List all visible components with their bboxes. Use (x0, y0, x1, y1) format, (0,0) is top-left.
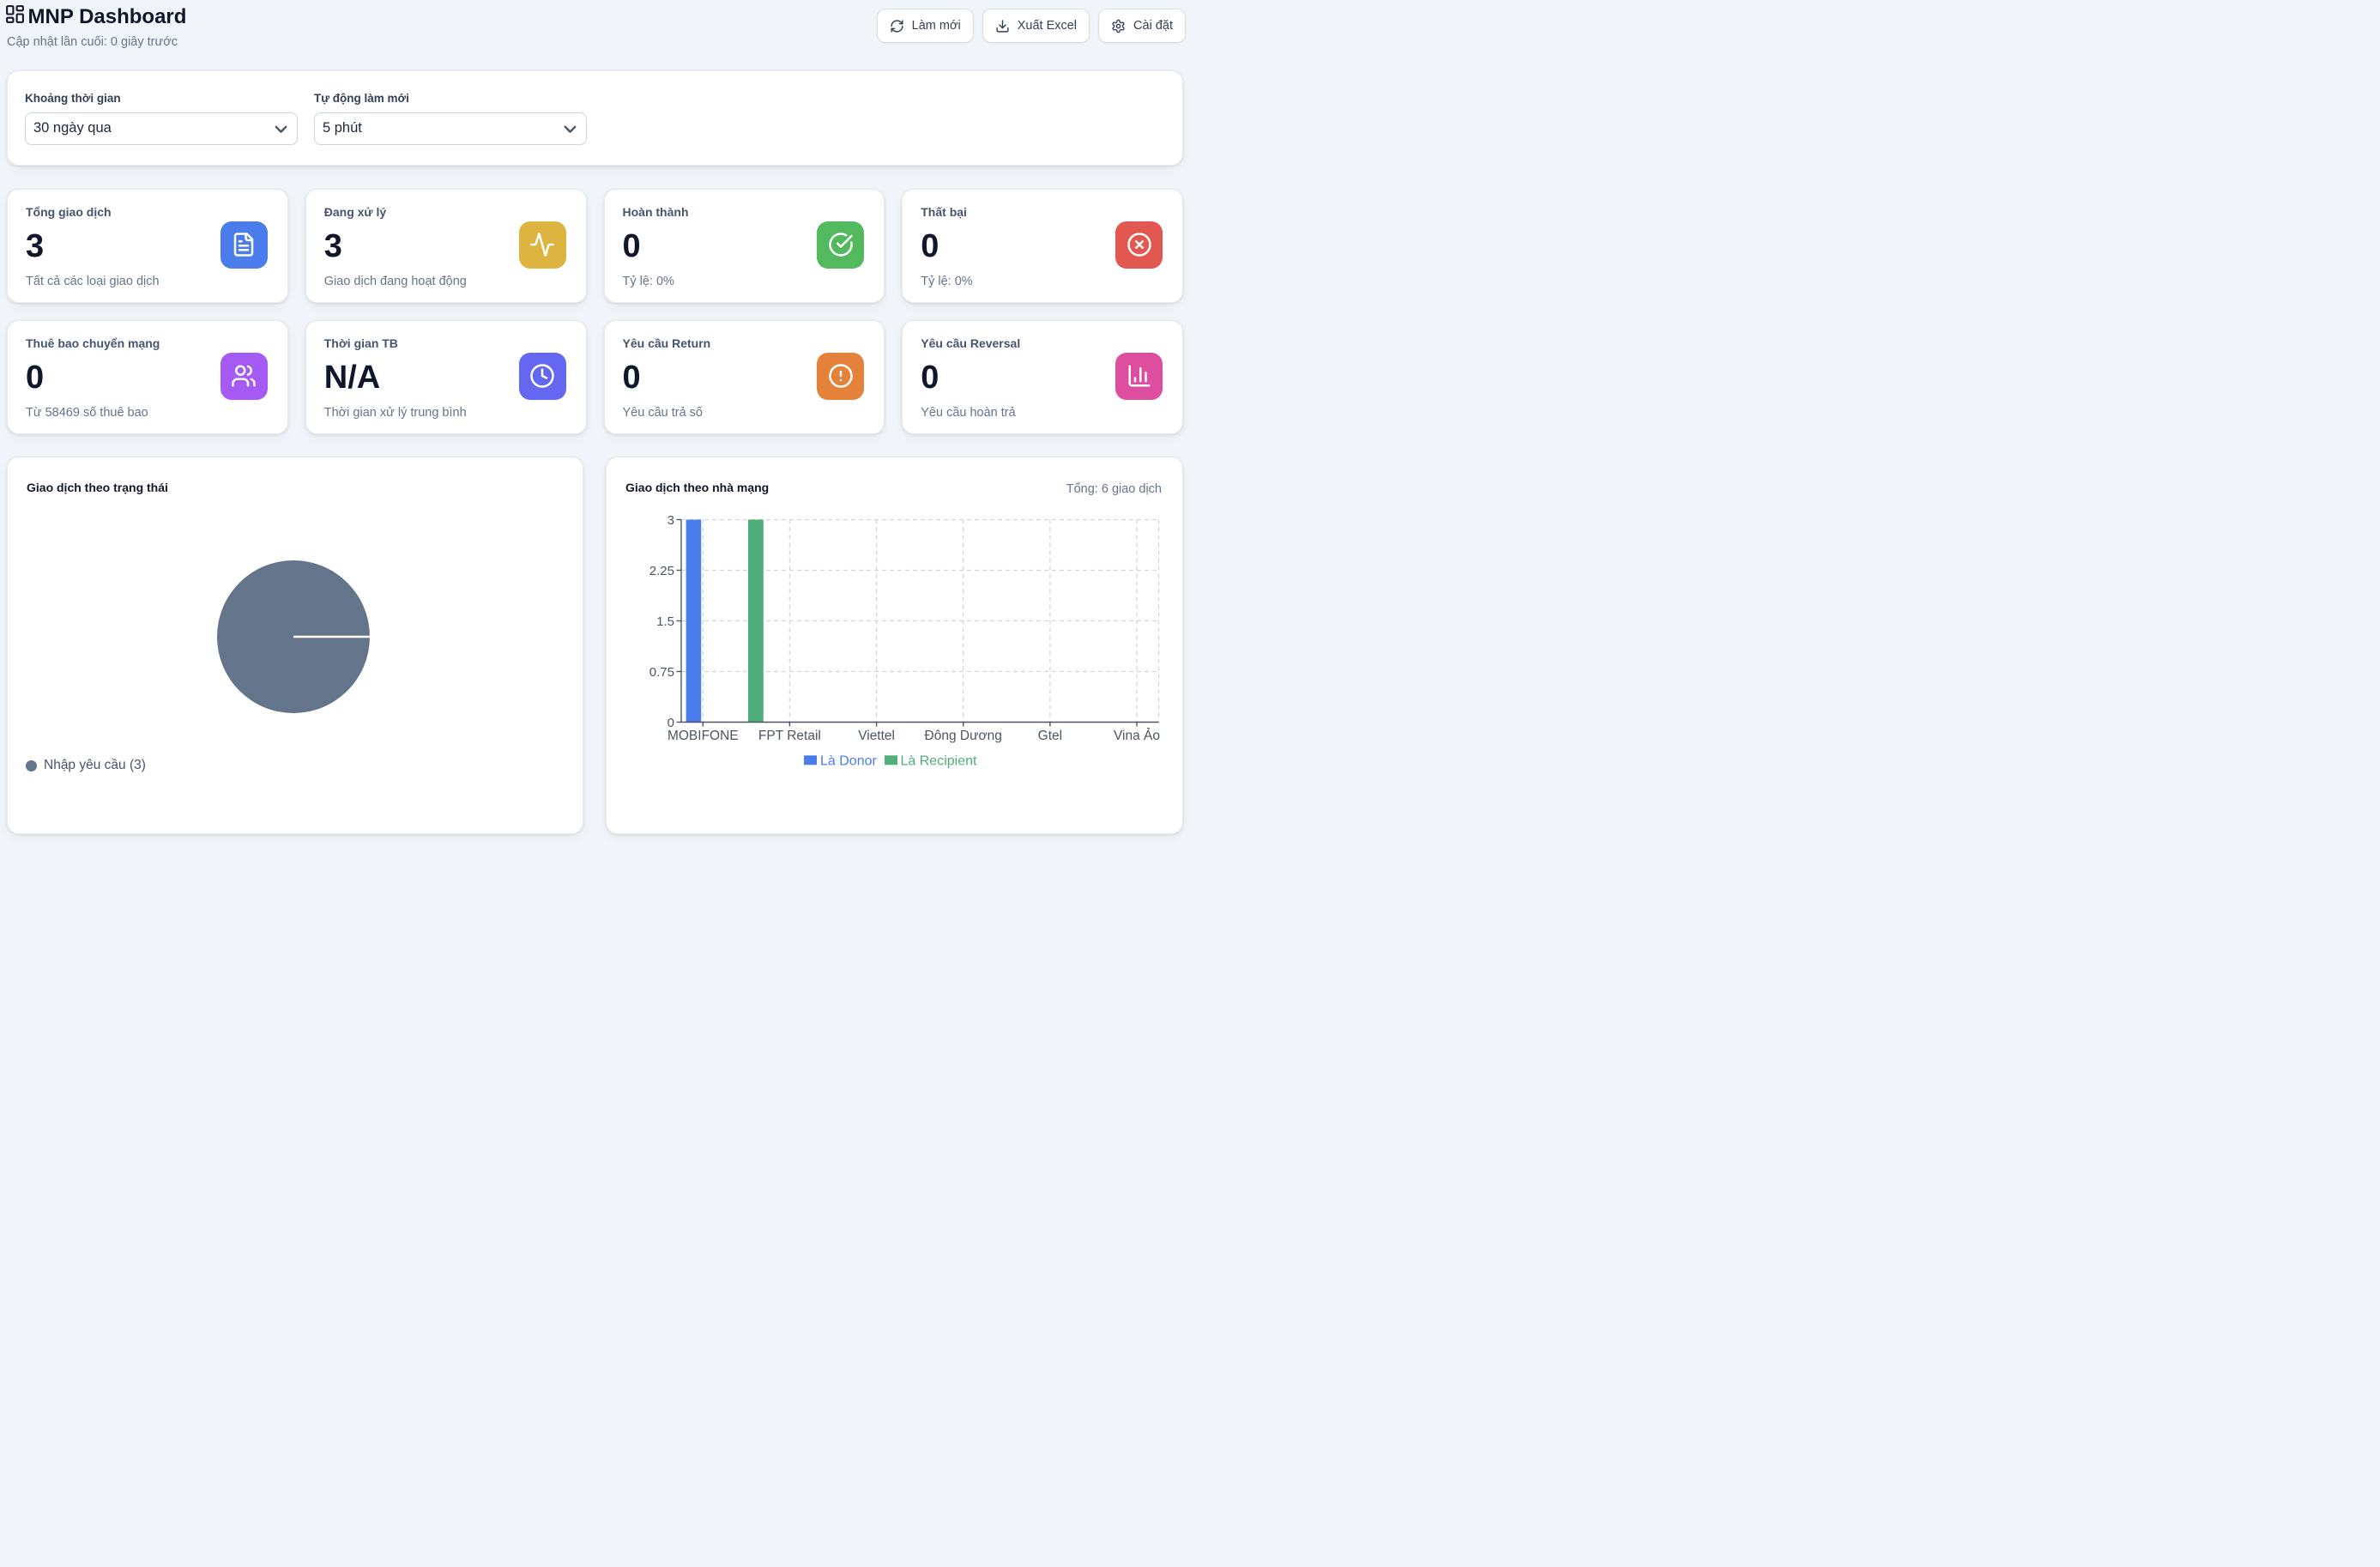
svg-text:Vina Ảo: Vina Ảo (1114, 729, 1160, 743)
svg-text:Gtel: Gtel (1038, 729, 1062, 743)
svg-text:Viettel: Viettel (858, 729, 895, 743)
svg-text:MOBIFONE: MOBIFONE (667, 729, 739, 743)
svg-text:FPT Retail: FPT Retail (758, 729, 821, 743)
svg-text:2.25: 2.25 (649, 564, 674, 578)
svg-text:Là Donor: Là Donor (820, 753, 877, 768)
svg-text:0.75: 0.75 (649, 665, 674, 680)
svg-text:1.5: 1.5 (656, 614, 674, 629)
svg-text:3: 3 (667, 513, 674, 528)
svg-text:Đông Dương: Đông Dương (925, 729, 1002, 743)
svg-text:Là Recipient: Là Recipient (901, 753, 978, 768)
